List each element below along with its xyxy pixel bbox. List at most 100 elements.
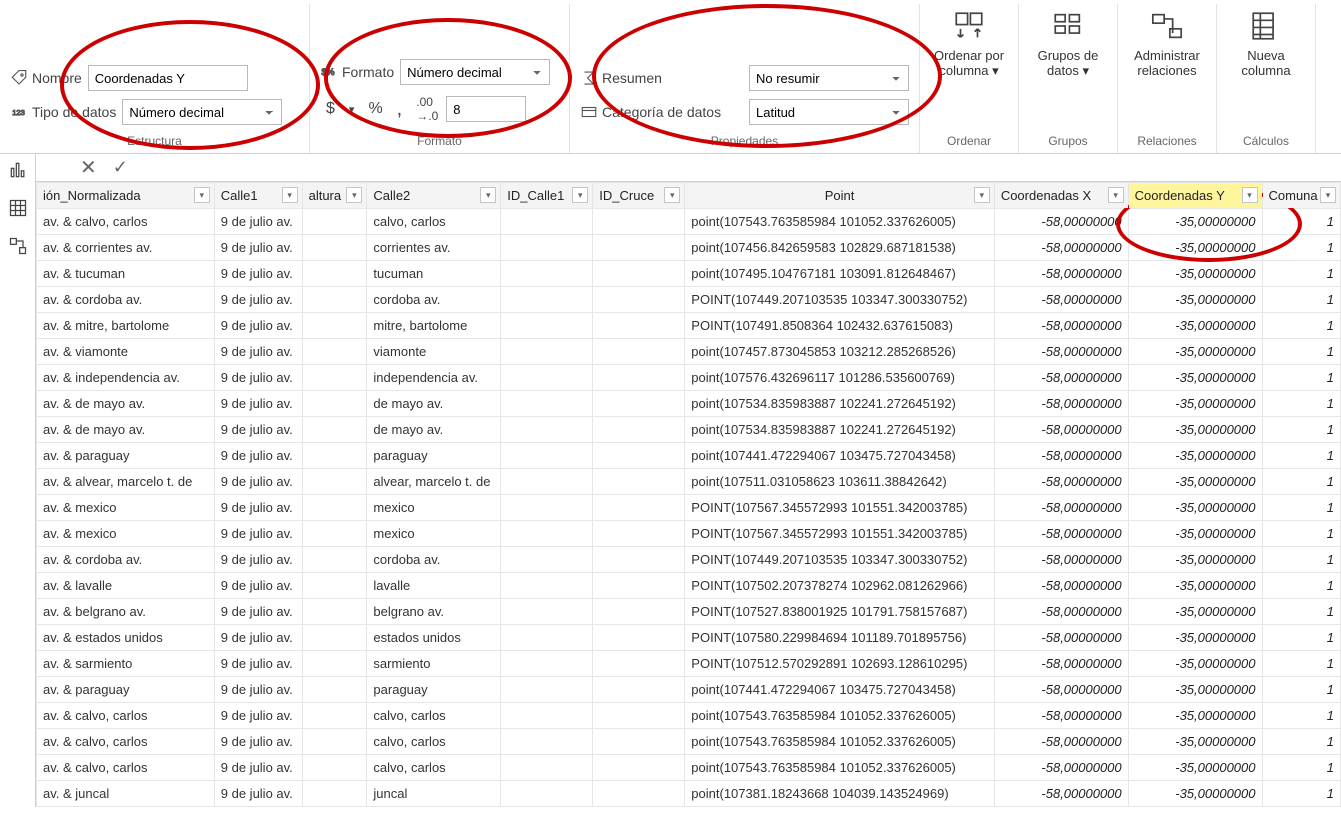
groups-icon bbox=[1051, 9, 1085, 43]
table-row[interactable]: av. & juncal9 de julio av.juncalpoint(10… bbox=[37, 781, 1341, 807]
table-row[interactable]: av. & sarmiento9 de julio av.sarmientoPO… bbox=[37, 651, 1341, 677]
table-row[interactable]: av. & de mayo av.9 de julio av.de mayo a… bbox=[37, 417, 1341, 443]
cell-calle1: 9 de julio av. bbox=[214, 287, 302, 313]
ribbon-group-sort: Ordenar por columna ▾ Ordenar bbox=[920, 4, 1019, 153]
commit-formula-button[interactable]: ✓ bbox=[113, 157, 128, 178]
percent-button[interactable]: % bbox=[362, 98, 388, 120]
filter-icon[interactable]: ▾ bbox=[572, 187, 588, 203]
currency-button[interactable]: $ bbox=[320, 98, 341, 120]
filter-icon[interactable]: ▾ bbox=[480, 187, 496, 203]
col-header-idcruce[interactable]: ID_Cruce▾ bbox=[593, 183, 685, 209]
group-label-sort: Ordenar bbox=[930, 131, 1008, 151]
col-header-coordx[interactable]: Coordenadas X▾ bbox=[994, 183, 1128, 209]
table-row[interactable]: av. & de mayo av.9 de julio av.de mayo a… bbox=[37, 391, 1341, 417]
tag-icon bbox=[10, 69, 28, 87]
cell-altura bbox=[302, 599, 367, 625]
cancel-formula-button[interactable]: ✕ bbox=[80, 155, 97, 180]
filter-icon[interactable]: ▾ bbox=[282, 187, 298, 203]
cell-calle2: lavalle bbox=[367, 573, 501, 599]
cell-norm: av. & calvo, carlos bbox=[37, 755, 215, 781]
table-row[interactable]: av. & independencia av.9 de julio av.ind… bbox=[37, 365, 1341, 391]
currency-dropdown[interactable]: ▾ bbox=[343, 101, 361, 118]
table-row[interactable]: av. & cordoba av.9 de julio av.cordoba a… bbox=[37, 287, 1341, 313]
category-select[interactable]: Latitud bbox=[749, 99, 909, 125]
table-row[interactable]: av. & corrientes av.9 de julio av.corrie… bbox=[37, 235, 1341, 261]
cell-comuna: 1 bbox=[1262, 599, 1341, 625]
cell-norm: av. & lavalle bbox=[37, 573, 215, 599]
cell-calle2: estados unidos bbox=[367, 625, 501, 651]
cell-coordy: -35,00000000 bbox=[1128, 313, 1262, 339]
cell-idcruce bbox=[593, 209, 685, 235]
table-row[interactable]: av. & calvo, carlos9 de julio av.calvo, … bbox=[37, 703, 1341, 729]
table-row[interactable]: av. & cordoba av.9 de julio av.cordoba a… bbox=[37, 547, 1341, 573]
filter-icon[interactable]: ▾ bbox=[664, 187, 680, 203]
table-row[interactable]: av. & paraguay9 de julio av.paraguaypoin… bbox=[37, 677, 1341, 703]
data-view-icon[interactable] bbox=[8, 198, 28, 218]
table-row[interactable]: av. & estados unidos9 de julio av.estado… bbox=[37, 625, 1341, 651]
table-row[interactable]: av. & calvo, carlos9 de julio av.calvo, … bbox=[37, 209, 1341, 235]
sort-by-column-button[interactable]: Ordenar por columna ▾ bbox=[930, 4, 1008, 114]
table-row[interactable]: av. & alvear, marcelo t. de9 de julio av… bbox=[37, 469, 1341, 495]
cell-coordx: -58,00000000 bbox=[994, 703, 1128, 729]
col-header-altura[interactable]: altura▾ bbox=[302, 183, 367, 209]
table-row[interactable]: av. & calvo, carlos9 de julio av.calvo, … bbox=[37, 729, 1341, 755]
table-row[interactable]: av. & calvo, carlos9 de julio av.calvo, … bbox=[37, 755, 1341, 781]
col-header-norm[interactable]: ión_Normalizada▾ bbox=[37, 183, 215, 209]
field-name-input[interactable] bbox=[88, 65, 248, 91]
col-header-point[interactable]: Point▾ bbox=[685, 183, 995, 209]
cell-coordx: -58,00000000 bbox=[994, 391, 1128, 417]
summary-select[interactable]: No resumir bbox=[749, 65, 909, 91]
filter-icon[interactable]: ▾ bbox=[1108, 187, 1124, 203]
cell-idcalle1 bbox=[501, 547, 593, 573]
cell-idcruce bbox=[593, 651, 685, 677]
col-header-comuna[interactable]: Comuna▾ bbox=[1262, 183, 1341, 209]
col-header-calle2[interactable]: Calle2▾ bbox=[367, 183, 501, 209]
filter-icon[interactable]: ▾ bbox=[346, 187, 362, 203]
table-row[interactable]: av. & belgrano av.9 de julio av.belgrano… bbox=[37, 599, 1341, 625]
new-column-button[interactable]: Nueva columna bbox=[1227, 4, 1305, 114]
table-row[interactable]: av. & mexico9 de julio av.mexicoPOINT(10… bbox=[37, 521, 1341, 547]
cell-coordy: -35,00000000 bbox=[1128, 521, 1262, 547]
cell-point: POINT(107527.838001925 101791.758157687) bbox=[685, 599, 995, 625]
cell-coordx: -58,00000000 bbox=[994, 495, 1128, 521]
precision-input[interactable] bbox=[446, 96, 526, 122]
table-row[interactable]: av. & paraguay9 de julio av.paraguaypoin… bbox=[37, 443, 1341, 469]
table-row[interactable]: av. & mexico9 de julio av.mexicoPOINT(10… bbox=[37, 495, 1341, 521]
datatype-select[interactable]: Número decimal bbox=[122, 99, 282, 125]
ribbon: Nombre 123 Tipo de datos Número decimal … bbox=[0, 0, 1341, 154]
filter-icon[interactable]: ▾ bbox=[1320, 187, 1336, 203]
manage-relationships-button[interactable]: Administrar relaciones bbox=[1128, 4, 1206, 114]
format-select[interactable]: Número decimal bbox=[400, 59, 550, 85]
col-header-coordy[interactable]: Coordenadas Y▾ bbox=[1128, 183, 1262, 209]
cell-comuna: 1 bbox=[1262, 495, 1341, 521]
filter-icon[interactable]: ▾ bbox=[1242, 187, 1258, 203]
table-row[interactable]: av. & tucuman9 de julio av.tucumanpoint(… bbox=[37, 261, 1341, 287]
cell-comuna: 1 bbox=[1262, 625, 1341, 651]
cell-altura bbox=[302, 365, 367, 391]
cell-idcalle1 bbox=[501, 469, 593, 495]
table-row[interactable]: av. & mitre, bartolome9 de julio av.mitr… bbox=[37, 313, 1341, 339]
filter-icon[interactable]: ▾ bbox=[194, 187, 210, 203]
cell-calle1: 9 de julio av. bbox=[214, 469, 302, 495]
cell-coordx: -58,00000000 bbox=[994, 599, 1128, 625]
table-row[interactable]: av. & lavalle9 de julio av.lavallePOINT(… bbox=[37, 573, 1341, 599]
thousands-button[interactable]: , bbox=[391, 96, 409, 123]
cell-comuna: 1 bbox=[1262, 521, 1341, 547]
filter-icon[interactable]: ▾ bbox=[974, 187, 990, 203]
cell-calle1: 9 de julio av. bbox=[214, 365, 302, 391]
cell-idcruce bbox=[593, 391, 685, 417]
cell-coordy: -35,00000000 bbox=[1128, 339, 1262, 365]
table-row[interactable]: av. & viamonte9 de julio av.viamontepoin… bbox=[37, 339, 1341, 365]
decimals-button[interactable]: .00→.0 bbox=[410, 93, 444, 125]
cell-coordx: -58,00000000 bbox=[994, 651, 1128, 677]
model-view-icon[interactable] bbox=[8, 236, 28, 256]
data-groups-button[interactable]: Grupos de datos ▾ bbox=[1029, 4, 1107, 114]
workspace: ✕ ✓ ión_Normalizada▾ Calle1▾ altura▾ Cal… bbox=[0, 154, 1341, 807]
cell-norm: av. & calvo, carlos bbox=[37, 209, 215, 235]
col-header-calle1[interactable]: Calle1▾ bbox=[214, 183, 302, 209]
col-header-idcalle1[interactable]: ID_Calle1▾ bbox=[501, 183, 593, 209]
report-view-icon[interactable] bbox=[8, 160, 28, 180]
cell-calle2: belgrano av. bbox=[367, 599, 501, 625]
cell-calle2: cordoba av. bbox=[367, 287, 501, 313]
cell-point: point(107456.842659583 102829.687181538) bbox=[685, 235, 995, 261]
